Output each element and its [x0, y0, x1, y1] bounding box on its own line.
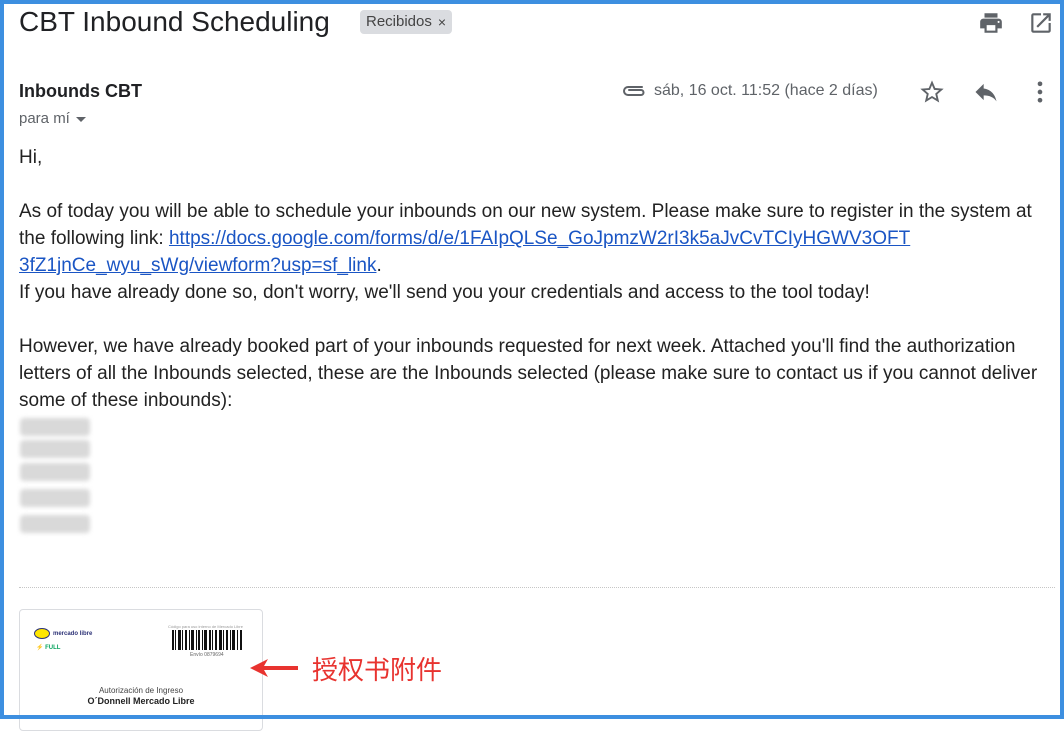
redacted-inbound-item [20, 463, 90, 481]
email-body: Hi, As of today you will be able to sche… [19, 144, 1059, 414]
label-chip-inbox[interactable]: Recibidos × [360, 10, 453, 34]
redacted-inbound-item [20, 440, 90, 458]
email-date: sáb, 16 oct. 11:52 (hace 2 días) [654, 82, 878, 99]
label-chip-text: Recibidos [366, 13, 432, 30]
email-subject: CBT Inbound Scheduling [19, 6, 330, 37]
paperclip-icon [623, 86, 645, 96]
annotation-arrow-icon [250, 659, 298, 677]
annotation-label: 授权书附件 [312, 656, 443, 686]
redacted-inbound-item [20, 489, 90, 507]
barcode-image [172, 630, 242, 650]
mercado-libre-logo: mercado libre [34, 628, 92, 639]
reply-icon[interactable] [972, 78, 1000, 106]
authorization-title: Autorización de Ingreso [98, 686, 184, 695]
chevron-down-icon [75, 117, 86, 122]
attachments-divider [19, 587, 1055, 588]
redacted-inbound-item [20, 515, 90, 533]
authorization-company: O´Donnell Mercado Libre [87, 696, 195, 706]
star-icon[interactable] [918, 78, 946, 106]
recipient-details-toggle[interactable]: para mí [19, 110, 86, 127]
paragraph-credentials: If you have already done so, don't worry… [19, 282, 870, 303]
attachment-thumbnail[interactable]: mercado libre ⚡ FULL Código para uso int… [19, 609, 263, 731]
recipient-label: para mí [19, 110, 70, 127]
paragraph-booked-inbounds: However, we have already booked part of … [19, 336, 1038, 411]
barcode-caption: Código para uso interno de Mercado Libre [168, 624, 243, 629]
redacted-inbound-item [20, 418, 90, 436]
more-vertical-icon[interactable] [1026, 78, 1054, 106]
sender-name[interactable]: Inbounds CBT [19, 81, 142, 102]
remove-label-button[interactable]: × [438, 10, 446, 34]
full-tag: ⚡ FULL [36, 645, 61, 651]
open-in-new-window-icon[interactable] [1028, 10, 1054, 36]
barcode-number: Envío 0879694 [190, 652, 224, 658]
greeting-text: Hi, [19, 147, 43, 168]
print-icon[interactable] [978, 10, 1004, 36]
paragraph-register: As of today you will be able to schedule… [19, 201, 1032, 276]
